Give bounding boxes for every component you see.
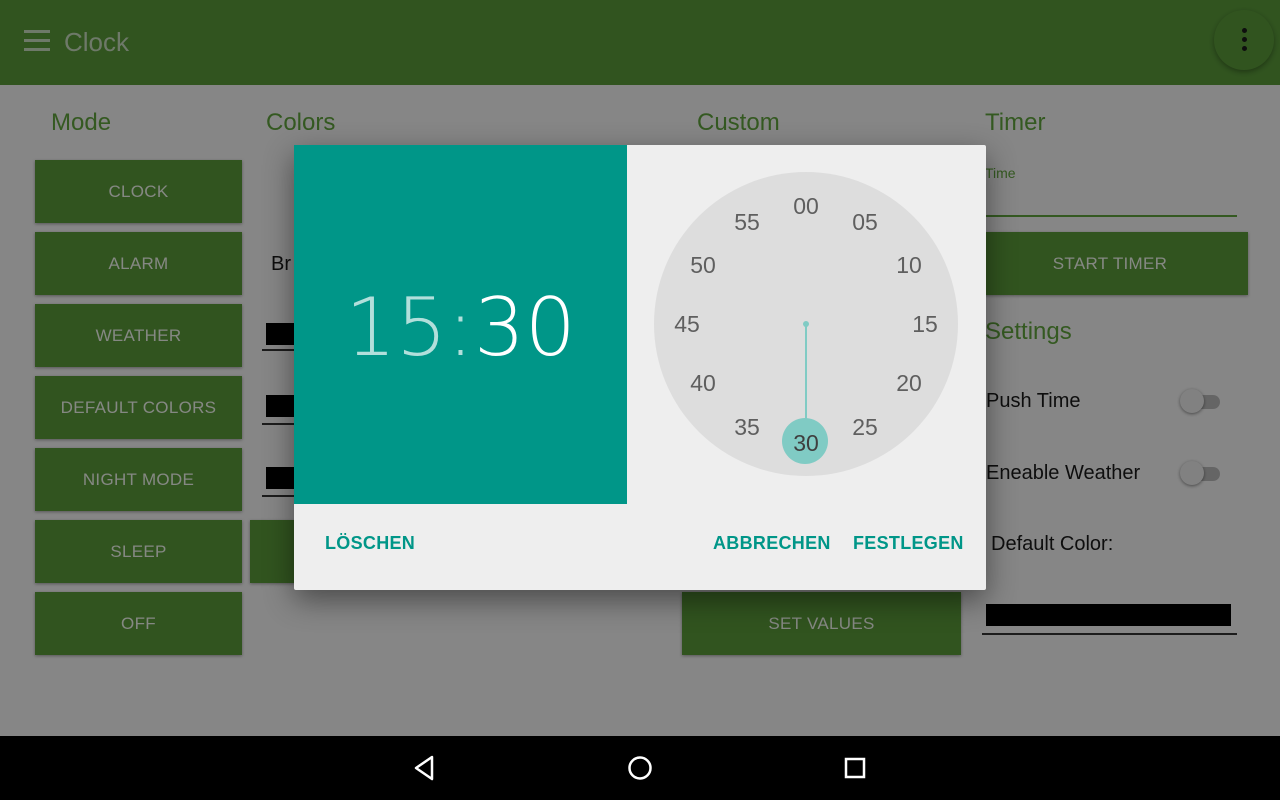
- minute-10[interactable]: 10: [887, 250, 931, 280]
- back-triangle-icon[interactable]: [410, 753, 440, 783]
- minute-35[interactable]: 35: [725, 412, 769, 442]
- minute-20[interactable]: 20: [887, 368, 931, 398]
- cancel-button[interactable]: ABBRECHEN: [713, 533, 831, 554]
- set-button[interactable]: FESTLEGEN: [853, 533, 964, 554]
- minute-40[interactable]: 40: [681, 368, 725, 398]
- minute-50[interactable]: 50: [681, 250, 725, 280]
- time-separator: :: [447, 281, 474, 374]
- home-circle-icon[interactable]: [625, 753, 655, 783]
- time-display: 15:30: [294, 283, 627, 373]
- minute-display[interactable]: 30: [474, 281, 576, 374]
- minute-30[interactable]: 30: [784, 428, 828, 458]
- minute-15[interactable]: 15: [903, 309, 947, 339]
- navigation-bar: [0, 736, 1280, 800]
- clock-hand: [805, 324, 807, 424]
- time-picker-dialog: 15:30 00 05 10 15 20 25 30 35 40 45 50 5…: [294, 145, 986, 590]
- time-picker-header: 15:30: [294, 145, 627, 504]
- minute-00[interactable]: 00: [784, 191, 828, 221]
- minute-25[interactable]: 25: [843, 412, 887, 442]
- minute-05[interactable]: 05: [843, 207, 887, 237]
- recents-square-icon[interactable]: [840, 753, 870, 783]
- minute-45[interactable]: 45: [665, 309, 709, 339]
- clock-center-dot: [803, 321, 809, 327]
- clock-face[interactable]: 00 05 10 15 20 25 30 35 40 45 50 55: [654, 172, 958, 476]
- clear-button[interactable]: LÖSCHEN: [325, 533, 415, 554]
- minute-55[interactable]: 55: [725, 207, 769, 237]
- hour-display[interactable]: 15: [345, 281, 447, 374]
